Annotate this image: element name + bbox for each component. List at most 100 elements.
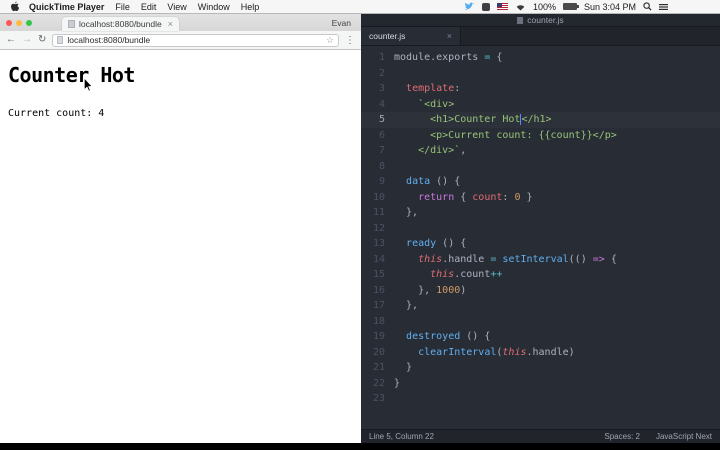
line-number: 16 (372, 284, 385, 296)
line-number: 11 (372, 207, 385, 218)
line-number: 19 (372, 331, 385, 342)
line-number: 2 (378, 67, 385, 79)
tab-close-icon[interactable]: × (168, 19, 173, 29)
input-language-flag-icon[interactable] (496, 3, 508, 10)
minimize-window-button[interactable] (16, 19, 22, 26)
line-number: 15 (372, 269, 385, 280)
line-number: 8 (378, 160, 385, 172)
code-line-text: }, 1000) (394, 284, 467, 296)
code-line[interactable]: 21 } (361, 360, 720, 376)
app-menu-title[interactable]: QuickTime Player (29, 2, 104, 12)
code-line[interactable]: 19 destroyed () { (361, 329, 720, 345)
battery-percent: 100% (532, 1, 556, 12)
menu-edit[interactable]: Edit (141, 2, 157, 12)
code-line[interactable]: 2 (361, 66, 720, 82)
code-line[interactable]: 16 }, 1000) (361, 283, 720, 299)
code-line[interactable]: 14 this.handle = setInterval(() => { (361, 252, 720, 268)
line-number: 17 (372, 300, 385, 311)
forward-button[interactable]: → (22, 35, 32, 45)
code-line-text: } (394, 362, 413, 373)
apple-menu[interactable] (10, 1, 20, 12)
browser-tab-title: localhost:8080/bundle (79, 19, 162, 29)
code-line-text: this.count++ (430, 269, 503, 280)
menu-view[interactable]: View (167, 2, 186, 12)
code-line-text: }, (394, 207, 419, 218)
profile-name[interactable]: Evan (332, 18, 355, 28)
menu-help[interactable]: Help (241, 2, 260, 12)
page-icon (57, 36, 64, 44)
code-line[interactable]: 11 }, (361, 205, 720, 221)
code-line[interactable]: 3 template: (361, 81, 720, 97)
line-number: 7 (378, 145, 385, 156)
editor-tab-close-icon[interactable]: × (447, 31, 452, 41)
menu-bar-clock[interactable]: Sun 3:04 PM (584, 2, 636, 12)
code-editor[interactable]: 1 module.exports = {2 3 template: 4 `<div> 5… (361, 46, 720, 429)
code-line-text: `<div> (418, 98, 455, 110)
battery-icon[interactable] (562, 3, 579, 10)
menu-bar-status-area: 100% Sun 3:04 PM (464, 2, 714, 12)
editor-window: counter.js counter.js × 1 module.exports … (361, 14, 720, 443)
code-line-text: data () { (406, 176, 461, 187)
language-indicator[interactable]: JavaScript Next (656, 432, 712, 441)
reload-button[interactable]: ↻ (38, 35, 46, 45)
tab-favicon (68, 20, 75, 28)
line-number: 5 (378, 114, 385, 125)
code-line[interactable]: 1 module.exports = { (361, 50, 720, 66)
line-number: 23 (372, 393, 385, 404)
address-bar[interactable]: localhost:8080/bundle ☆ (52, 33, 339, 47)
cursor-position[interactable]: Line 5, Column 22 (369, 432, 434, 441)
code-line[interactable]: 6 <p>Current count: {{count}}</p> (361, 128, 720, 144)
address-bar-url[interactable]: localhost:8080/bundle (67, 35, 322, 45)
browser-menu-icon[interactable]: ⋮ (345, 35, 355, 46)
code-line-text: }, (394, 300, 419, 311)
code-line-text: module.exports = { (394, 52, 503, 63)
line-number: 12 (372, 222, 385, 234)
desktop: QuickTime Player File Edit View Window H… (0, 0, 720, 450)
code-line[interactable]: 13 ready () { (361, 236, 720, 252)
code-line[interactable]: 18 (361, 314, 720, 330)
status-bar-right: Spaces: 2 JavaScript Next (604, 432, 712, 441)
code-line-text: template: (406, 83, 461, 94)
editor-window-title: counter.js (527, 15, 564, 25)
menu-file[interactable]: File (115, 2, 130, 12)
editor-tab[interactable]: counter.js × (361, 27, 461, 45)
code-line[interactable]: 15 this.count++ (361, 267, 720, 283)
spotlight-icon[interactable] (643, 2, 652, 11)
code-line[interactable]: 5 <h1>Counter Hot</h1> (361, 112, 720, 128)
file-icon (517, 16, 524, 24)
menu-window[interactable]: Window (198, 2, 230, 12)
code-line[interactable]: 8 (361, 159, 720, 175)
line-number: 6 (378, 129, 385, 141)
wifi-icon[interactable] (515, 3, 526, 11)
line-number: 13 (372, 238, 385, 249)
code-line-text: ready () { (406, 238, 467, 249)
line-number: 18 (372, 315, 385, 327)
apple-icon (11, 1, 20, 12)
twitter-status-icon[interactable] (464, 2, 475, 11)
status-menu-icon[interactable] (481, 2, 490, 11)
code-line[interactable]: 7 </div>`, (361, 143, 720, 159)
browser-tab[interactable]: localhost:8080/bundle × (62, 17, 179, 31)
code-line-text: return { count: 0 } (418, 191, 533, 203)
code-line[interactable]: 22} (361, 376, 720, 392)
code-line-text: destroyed () { (406, 331, 491, 342)
line-number: 20 (372, 346, 385, 358)
close-window-button[interactable] (6, 19, 12, 26)
code-line[interactable]: 20 clearInterval(this.handle) (361, 345, 720, 361)
zoom-window-button[interactable] (26, 19, 32, 26)
code-line[interactable]: 10 return { count: 0 } (361, 190, 720, 206)
code-line[interactable]: 17 }, (361, 298, 720, 314)
bookmark-star-icon[interactable]: ☆ (326, 35, 334, 46)
code-line[interactable]: 12 (361, 221, 720, 237)
notification-center-icon[interactable] (659, 3, 668, 11)
code-line[interactable]: 9 data () { (361, 174, 720, 190)
indent-indicator[interactable]: Spaces: 2 (604, 432, 640, 441)
code-line[interactable]: 23 (361, 391, 720, 407)
editor-tab-bar: counter.js × (361, 27, 720, 46)
code-line[interactable]: 4 `<div> (361, 97, 720, 113)
line-number: 9 (378, 176, 385, 187)
line-number: 3 (378, 83, 385, 94)
code-line-text: } (394, 377, 401, 389)
back-button[interactable]: ← (6, 35, 16, 45)
